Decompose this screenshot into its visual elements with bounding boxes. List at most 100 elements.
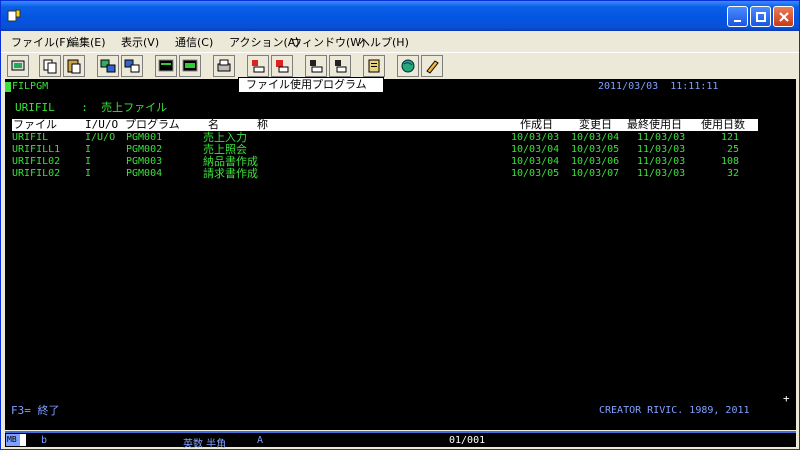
more-indicator: + (783, 392, 790, 405)
play-button[interactable] (305, 55, 327, 77)
paste-button[interactable] (63, 55, 85, 77)
row-iuo: I/U/O (85, 132, 116, 143)
row-file: URIFIL (12, 132, 49, 143)
function-key-f3[interactable]: F3= 終了 (11, 405, 60, 417)
stop-icon (276, 60, 289, 73)
receive-button[interactable] (121, 55, 143, 77)
row-created: 10/03/04 (511, 144, 560, 155)
paste-icon (67, 59, 81, 74)
terminal-icon (182, 59, 198, 72)
connect-button[interactable] (7, 55, 29, 77)
menu-edit[interactable]: 編集(E) (68, 34, 106, 50)
clipboard-button[interactable] (363, 55, 385, 77)
screen-id: FILPGM (12, 81, 49, 92)
col-iuo: I/U/O (85, 118, 119, 131)
row-created: 10/03/05 (511, 168, 560, 179)
status-b: b (41, 435, 48, 446)
play-icon (310, 60, 323, 73)
screen-datetime: 2011/03/03 11:11:11 (598, 81, 719, 92)
col-file: ファイル (13, 118, 57, 131)
pause-icon (335, 60, 347, 73)
row-program: PGM001 (126, 132, 163, 143)
toolbar-tooltip: ファイル使用プログラム (238, 77, 384, 93)
menu-view[interactable]: 表示(V) (121, 34, 159, 50)
status-a: A (257, 435, 264, 446)
row-file: URIFILL1 (12, 144, 61, 155)
menu-file[interactable]: ファイル(F) (11, 34, 70, 50)
transfer-icon (100, 59, 116, 73)
status-cursor (20, 434, 26, 446)
minimize-button[interactable] (727, 6, 748, 27)
row-program: PGM003 (126, 156, 163, 167)
row-name: 請求書作成 (203, 167, 258, 180)
row-days: 32 (726, 168, 739, 179)
row-changed: 10/03/06 (571, 156, 620, 167)
transfer-icon (124, 59, 140, 73)
row-last-used: 11/03/03 (637, 168, 686, 179)
close-button[interactable] (773, 6, 794, 27)
terminal-emulator-window: ファイル(F) 編集(E) 表示(V) 通信(C) アクション(A) ウィンドウ… (0, 0, 800, 450)
settings-button[interactable] (421, 55, 443, 77)
screen2-button[interactable] (179, 55, 201, 77)
toolbar (1, 52, 799, 78)
row-days: 121 (720, 132, 739, 143)
col-days: 使用日数 (701, 118, 745, 131)
row-created: 10/03/04 (511, 156, 560, 167)
app-icon[interactable] (7, 9, 21, 23)
web-button[interactable] (397, 55, 419, 77)
col-last-used: 最終使用日 (627, 118, 682, 131)
copy-button[interactable] (39, 55, 61, 77)
clipboard-icon (368, 59, 380, 73)
menu-action[interactable]: アクション(A) (229, 34, 300, 50)
status-position: 01/001 (449, 435, 486, 446)
copyright: CREATOR RIVIC. 1989, 2011 (599, 405, 750, 416)
pause-button[interactable] (329, 55, 351, 77)
status-bar: MB b 英数 半角 A 01/001 (5, 431, 796, 450)
row-file: URIFIL02 (12, 156, 61, 167)
send-button[interactable] (97, 55, 119, 77)
col-name2: 称 (257, 118, 268, 131)
printer-icon (217, 59, 231, 72)
row-program: PGM002 (126, 144, 163, 155)
row-program: PGM004 (126, 168, 163, 179)
row-changed: 10/03/07 (571, 168, 620, 179)
menu-communication[interactable]: 通信(C) (175, 34, 213, 50)
screen-cursor (5, 82, 11, 92)
row-created: 10/03/03 (511, 132, 560, 143)
terminal-icon (158, 59, 174, 72)
globe-icon (401, 59, 415, 73)
row-iuo: I (85, 168, 92, 179)
monitor-icon (11, 60, 25, 71)
col-created: 作成日 (520, 118, 553, 131)
maximize-button[interactable] (750, 6, 771, 27)
record-icon (252, 60, 265, 73)
maximize-icon (756, 12, 766, 22)
terminal-screen[interactable]: FILPGM 2011/03/03 11:11:11 URIFIL : 売上ファ… (5, 79, 796, 430)
row-file: URIFIL02 (12, 168, 61, 179)
close-icon (779, 12, 789, 22)
row-last-used: 11/03/03 (637, 132, 686, 143)
minimize-icon (734, 20, 741, 22)
row-iuo: I (85, 156, 92, 167)
record-button[interactable] (247, 55, 269, 77)
menu-bar: ファイル(F) 編集(E) 表示(V) 通信(C) アクション(A) ウィンドウ… (1, 31, 799, 51)
print-button[interactable] (213, 55, 235, 77)
menu-help[interactable]: ヘルプ(H) (359, 34, 409, 50)
stop-record-button[interactable] (271, 55, 293, 77)
status-input-mode: 英数 半角 (183, 439, 227, 450)
copy-icon (43, 59, 57, 74)
row-last-used: 11/03/03 (637, 144, 686, 155)
col-program: プログラム (125, 118, 180, 131)
pencil-icon (426, 60, 439, 74)
file-label: URIFIL : 売上ファイル (15, 101, 168, 114)
screen-button[interactable] (155, 55, 177, 77)
menu-window[interactable]: ウィンドウ(W) (291, 34, 365, 50)
row-days: 25 (726, 144, 739, 155)
row-days: 108 (720, 156, 739, 167)
row-last-used: 11/03/03 (637, 156, 686, 167)
row-iuo: I (85, 144, 92, 155)
col-name1: 名 (208, 118, 219, 131)
title-bar[interactable] (1, 1, 799, 31)
row-changed: 10/03/05 (571, 144, 620, 155)
col-changed: 変更日 (579, 118, 612, 131)
